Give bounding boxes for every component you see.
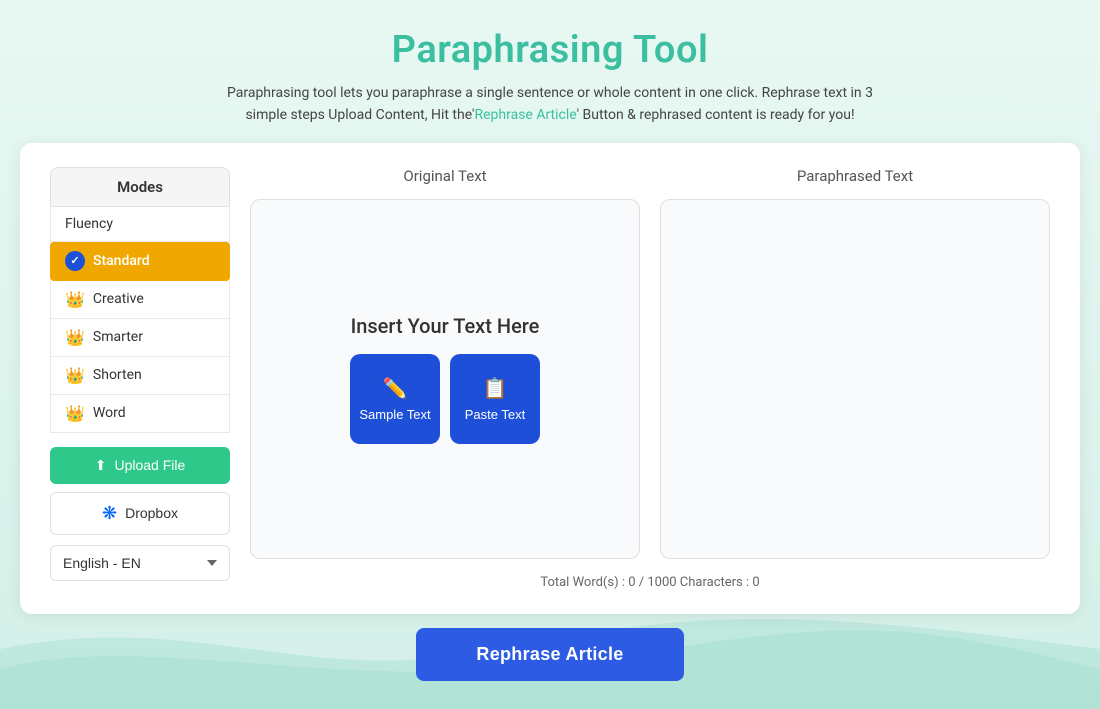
panels-header: Original Text Paraphrased Text xyxy=(250,167,1050,189)
sidebar: Modes Fluency Standard 👑 Creative 👑 Smar… xyxy=(50,167,230,590)
paraphrased-text-label: Paraphrased Text xyxy=(660,167,1050,189)
sample-text-label: Sample Text xyxy=(359,407,430,422)
upload-file-button[interactable]: ⬆ Upload File xyxy=(50,447,230,484)
rephrase-link[interactable]: Rephrase Article xyxy=(475,107,577,123)
panels-area: Original Text Paraphrased Text Insert Yo… xyxy=(250,167,1050,590)
word-count: Total Word(s) : 0 / 1000 Characters : 0 xyxy=(250,575,1050,590)
clipboard-icon: 📋 xyxy=(483,376,508,401)
paste-text-button[interactable]: 📋 Paste Text xyxy=(450,354,540,444)
mode-label-smarter: Smarter xyxy=(93,329,143,345)
page-subtitle: Paraphrasing tool lets you paraphrase a … xyxy=(210,82,890,127)
dropbox-button[interactable]: ❋ Dropbox xyxy=(50,492,230,535)
original-text-label: Original Text xyxy=(250,167,640,189)
sample-text-button[interactable]: ✏️ Sample Text xyxy=(350,354,440,444)
mode-label-creative: Creative xyxy=(93,291,144,307)
sidebar-item-creative[interactable]: 👑 Creative xyxy=(50,281,230,319)
panels-row: Insert Your Text Here ✏️ Sample Text 📋 P… xyxy=(250,199,1050,559)
rephrase-section: Rephrase Article xyxy=(0,628,1100,681)
crown-icon-creative: 👑 xyxy=(65,290,85,309)
mode-label-fluency: Fluency xyxy=(65,216,113,232)
sidebar-item-fluency[interactable]: Fluency xyxy=(50,207,230,242)
sidebar-item-smarter[interactable]: 👑 Smarter xyxy=(50,319,230,357)
action-buttons: ✏️ Sample Text 📋 Paste Text xyxy=(350,354,540,444)
main-card: Modes Fluency Standard 👑 Creative 👑 Smar… xyxy=(20,143,1080,614)
crown-icon-word: 👑 xyxy=(65,404,85,423)
sidebar-item-shorten[interactable]: 👑 Shorten xyxy=(50,357,230,395)
original-panel-content: Insert Your Text Here ✏️ Sample Text 📋 P… xyxy=(350,314,540,444)
upload-icon: ⬆ xyxy=(95,457,107,474)
subtitle-text-2: ' Button & rephrased content is ready fo… xyxy=(577,107,855,123)
mode-label-standard: Standard xyxy=(93,253,150,269)
original-text-panel[interactable]: Insert Your Text Here ✏️ Sample Text 📋 P… xyxy=(250,199,640,559)
insert-text-label: Insert Your Text Here xyxy=(351,314,540,338)
sidebar-item-standard[interactable]: Standard xyxy=(50,242,230,281)
rephrase-article-button[interactable]: Rephrase Article xyxy=(416,628,683,681)
crown-icon-smarter: 👑 xyxy=(65,328,85,347)
page-title: Paraphrasing Tool xyxy=(20,28,1080,72)
mode-label-word: Word xyxy=(93,405,126,421)
content-area: Modes Fluency Standard 👑 Creative 👑 Smar… xyxy=(50,167,1050,590)
language-select[interactable]: English - EN French - FR Spanish - ES Ge… xyxy=(50,545,230,581)
upload-label: Upload File xyxy=(114,457,185,473)
check-icon xyxy=(65,251,85,271)
paraphrased-text-panel xyxy=(660,199,1050,559)
modes-header: Modes xyxy=(50,167,230,207)
sidebar-item-word[interactable]: 👑 Word xyxy=(50,395,230,433)
dropbox-icon: ❋ xyxy=(102,503,117,524)
pencil-icon: ✏️ xyxy=(383,376,408,401)
dropbox-label: Dropbox xyxy=(125,505,178,521)
mode-label-shorten: Shorten xyxy=(93,367,142,383)
crown-icon-shorten: 👑 xyxy=(65,366,85,385)
paste-text-label: Paste Text xyxy=(465,407,525,422)
